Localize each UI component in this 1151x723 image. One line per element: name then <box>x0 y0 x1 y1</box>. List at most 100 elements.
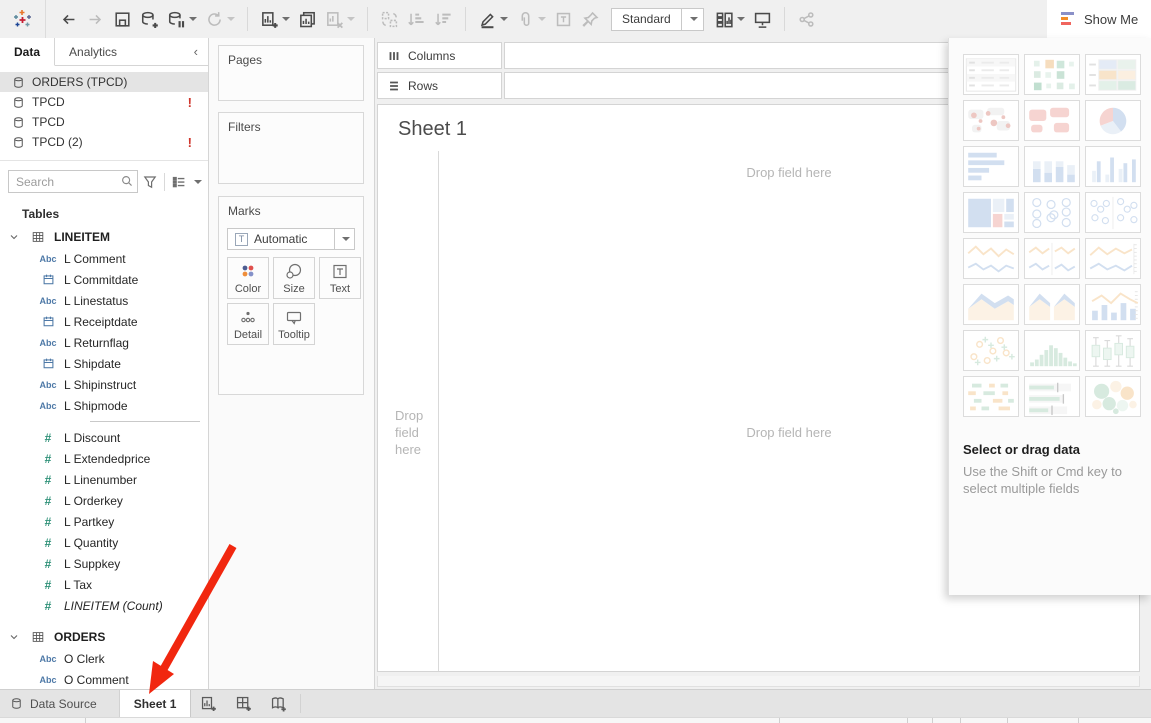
field-item[interactable]: #L Tax <box>0 574 208 595</box>
view-as-caret-icon[interactable] <box>194 180 202 184</box>
view-as-list-icon[interactable] <box>171 174 187 190</box>
collapse-pane-icon[interactable]: ‹ <box>184 38 208 65</box>
marks-color-button[interactable]: Color <box>227 257 269 299</box>
new-story-button[interactable] <box>261 690 296 717</box>
fix-axes-button[interactable] <box>578 5 603 33</box>
run-auto-updates-button[interactable] <box>202 5 238 33</box>
showme-symbol-map[interactable] <box>963 100 1019 141</box>
field-item[interactable]: L Receiptdate <box>0 311 208 332</box>
showme-bullet-graph[interactable] <box>1024 376 1080 417</box>
showme-area-continuous[interactable] <box>963 284 1019 325</box>
field-item[interactable]: #L Orderkey <box>0 490 208 511</box>
new-worksheet-caret-icon[interactable] <box>282 17 290 21</box>
showme-dual-lines[interactable] <box>1085 238 1141 279</box>
showme-lines-discrete[interactable] <box>1024 238 1080 279</box>
showme-scatter-plot[interactable] <box>963 330 1019 371</box>
showme-box-and-whisker[interactable] <box>1085 330 1141 371</box>
field-item[interactable]: #L Extendedprice <box>0 448 208 469</box>
table-group-lineitem[interactable]: LINEITEM <box>0 226 208 248</box>
marks-size-button[interactable]: Size <box>273 257 315 299</box>
data-source-item[interactable]: ORDERS (TPCD) <box>0 72 208 92</box>
filter-fields-icon[interactable] <box>142 174 158 190</box>
drop-zone-rows[interactable]: Drop field here <box>378 407 438 458</box>
showme-stacked-bars[interactable] <box>1024 146 1080 187</box>
field-item[interactable]: #LINEITEM (Count) <box>0 595 208 616</box>
showme-filled-map[interactable] <box>1024 100 1080 141</box>
show-mark-labels-button[interactable] <box>551 5 576 33</box>
field-item[interactable]: AbcL Shipmode <box>0 395 208 416</box>
clear-sheet-button[interactable] <box>322 5 358 33</box>
showme-pie-chart[interactable] <box>1085 100 1141 141</box>
marks-text-button[interactable]: Text <box>319 257 361 299</box>
field-item[interactable]: #L Partkey <box>0 511 208 532</box>
fit-selector-caret-icon[interactable] <box>681 9 703 30</box>
run-auto-updates-caret-icon[interactable] <box>227 17 235 21</box>
showme-circle-views[interactable] <box>1024 192 1080 233</box>
swap-rows-columns-button[interactable] <box>377 5 402 33</box>
mark-type-dropdown[interactable]: T Automatic <box>227 228 355 250</box>
showme-dual-combination[interactable] <box>1085 284 1141 325</box>
showme-horizontal-bars[interactable] <box>963 146 1019 187</box>
data-source-item[interactable]: TPCD! <box>0 92 208 112</box>
filters-card[interactable]: Filters <box>218 112 364 184</box>
showme-lines-continuous[interactable] <box>963 238 1019 279</box>
showme-treemap[interactable] <box>963 192 1019 233</box>
share-button[interactable] <box>794 5 819 33</box>
field-item[interactable]: AbcL Comment <box>0 248 208 269</box>
pages-card[interactable]: Pages <box>218 45 364 101</box>
duplicate-sheet-button[interactable] <box>295 5 320 33</box>
group-members-caret-icon[interactable] <box>538 17 546 21</box>
new-worksheet-button[interactable] <box>257 5 293 33</box>
sort-ascending-button[interactable] <box>404 5 429 33</box>
horizontal-scroll-area[interactable] <box>377 676 1140 687</box>
showme-side-by-side-bars[interactable] <box>1085 146 1141 187</box>
redo-button[interactable] <box>83 5 108 33</box>
field-item[interactable]: #L Suppkey <box>0 553 208 574</box>
new-worksheet-button[interactable] <box>191 690 226 717</box>
columns-shelf-label[interactable]: Columns <box>377 42 502 69</box>
showme-heat-map[interactable] <box>1085 54 1141 95</box>
fit-selector[interactable]: Standard <box>611 8 704 31</box>
pause-auto-updates-button[interactable] <box>164 5 200 33</box>
field-item[interactable]: AbcL Linestatus <box>0 290 208 311</box>
showme-highlight-table[interactable] <box>1024 54 1080 95</box>
marks-detail-button[interactable]: Detail <box>227 303 269 345</box>
field-item[interactable]: L Shipdate <box>0 353 208 374</box>
pane-tab-analytics[interactable]: Analytics <box>55 38 131 65</box>
data-source-item[interactable]: TPCD (2)! <box>0 132 208 152</box>
data-source-tab[interactable]: Data Source <box>0 690 120 717</box>
presentation-mode-button[interactable] <box>750 5 775 33</box>
undo-button[interactable] <box>56 5 81 33</box>
show-hide-cards-button[interactable] <box>712 5 748 33</box>
mark-type-caret[interactable] <box>334 229 354 249</box>
rows-shelf-label[interactable]: Rows <box>377 72 502 99</box>
field-item[interactable]: #L Quantity <box>0 532 208 553</box>
field-item[interactable]: AbcL Shipinstruct <box>0 374 208 395</box>
table-group-orders[interactable]: ORDERS <box>0 626 208 648</box>
clear-sheet-caret-icon[interactable] <box>347 17 355 21</box>
marks-tooltip-button[interactable]: Tooltip <box>273 303 315 345</box>
field-item[interactable]: #L Discount <box>0 427 208 448</box>
new-data-source-button[interactable] <box>137 5 162 33</box>
field-item[interactable]: #L Linenumber <box>0 469 208 490</box>
pause-auto-updates-caret-icon[interactable] <box>189 17 197 21</box>
save-button[interactable] <box>110 5 135 33</box>
field-item[interactable]: AbcO Clerk <box>0 648 208 669</box>
field-item[interactable]: L Commitdate <box>0 269 208 290</box>
field-item[interactable]: AbcL Returnflag <box>0 332 208 353</box>
showme-packed-bubbles[interactable] <box>1085 376 1141 417</box>
show-me-button[interactable]: Show Me <box>1047 0 1151 38</box>
show-hide-cards-caret-icon[interactable] <box>737 17 745 21</box>
new-dashboard-button[interactable] <box>226 690 261 717</box>
sort-descending-button[interactable] <box>431 5 456 33</box>
highlight-caret-icon[interactable] <box>500 17 508 21</box>
sheet-tab-sheet1[interactable]: Sheet 1 <box>120 690 192 717</box>
group-members-button[interactable] <box>513 5 549 33</box>
showme-side-by-side-circles[interactable] <box>1085 192 1141 233</box>
showme-gantt[interactable] <box>963 376 1019 417</box>
pane-tab-data[interactable]: Data <box>0 38 55 66</box>
showme-area-discrete[interactable] <box>1024 284 1080 325</box>
search-input[interactable] <box>8 170 138 193</box>
highlight-button[interactable] <box>475 5 511 33</box>
data-source-item[interactable]: TPCD <box>0 112 208 132</box>
